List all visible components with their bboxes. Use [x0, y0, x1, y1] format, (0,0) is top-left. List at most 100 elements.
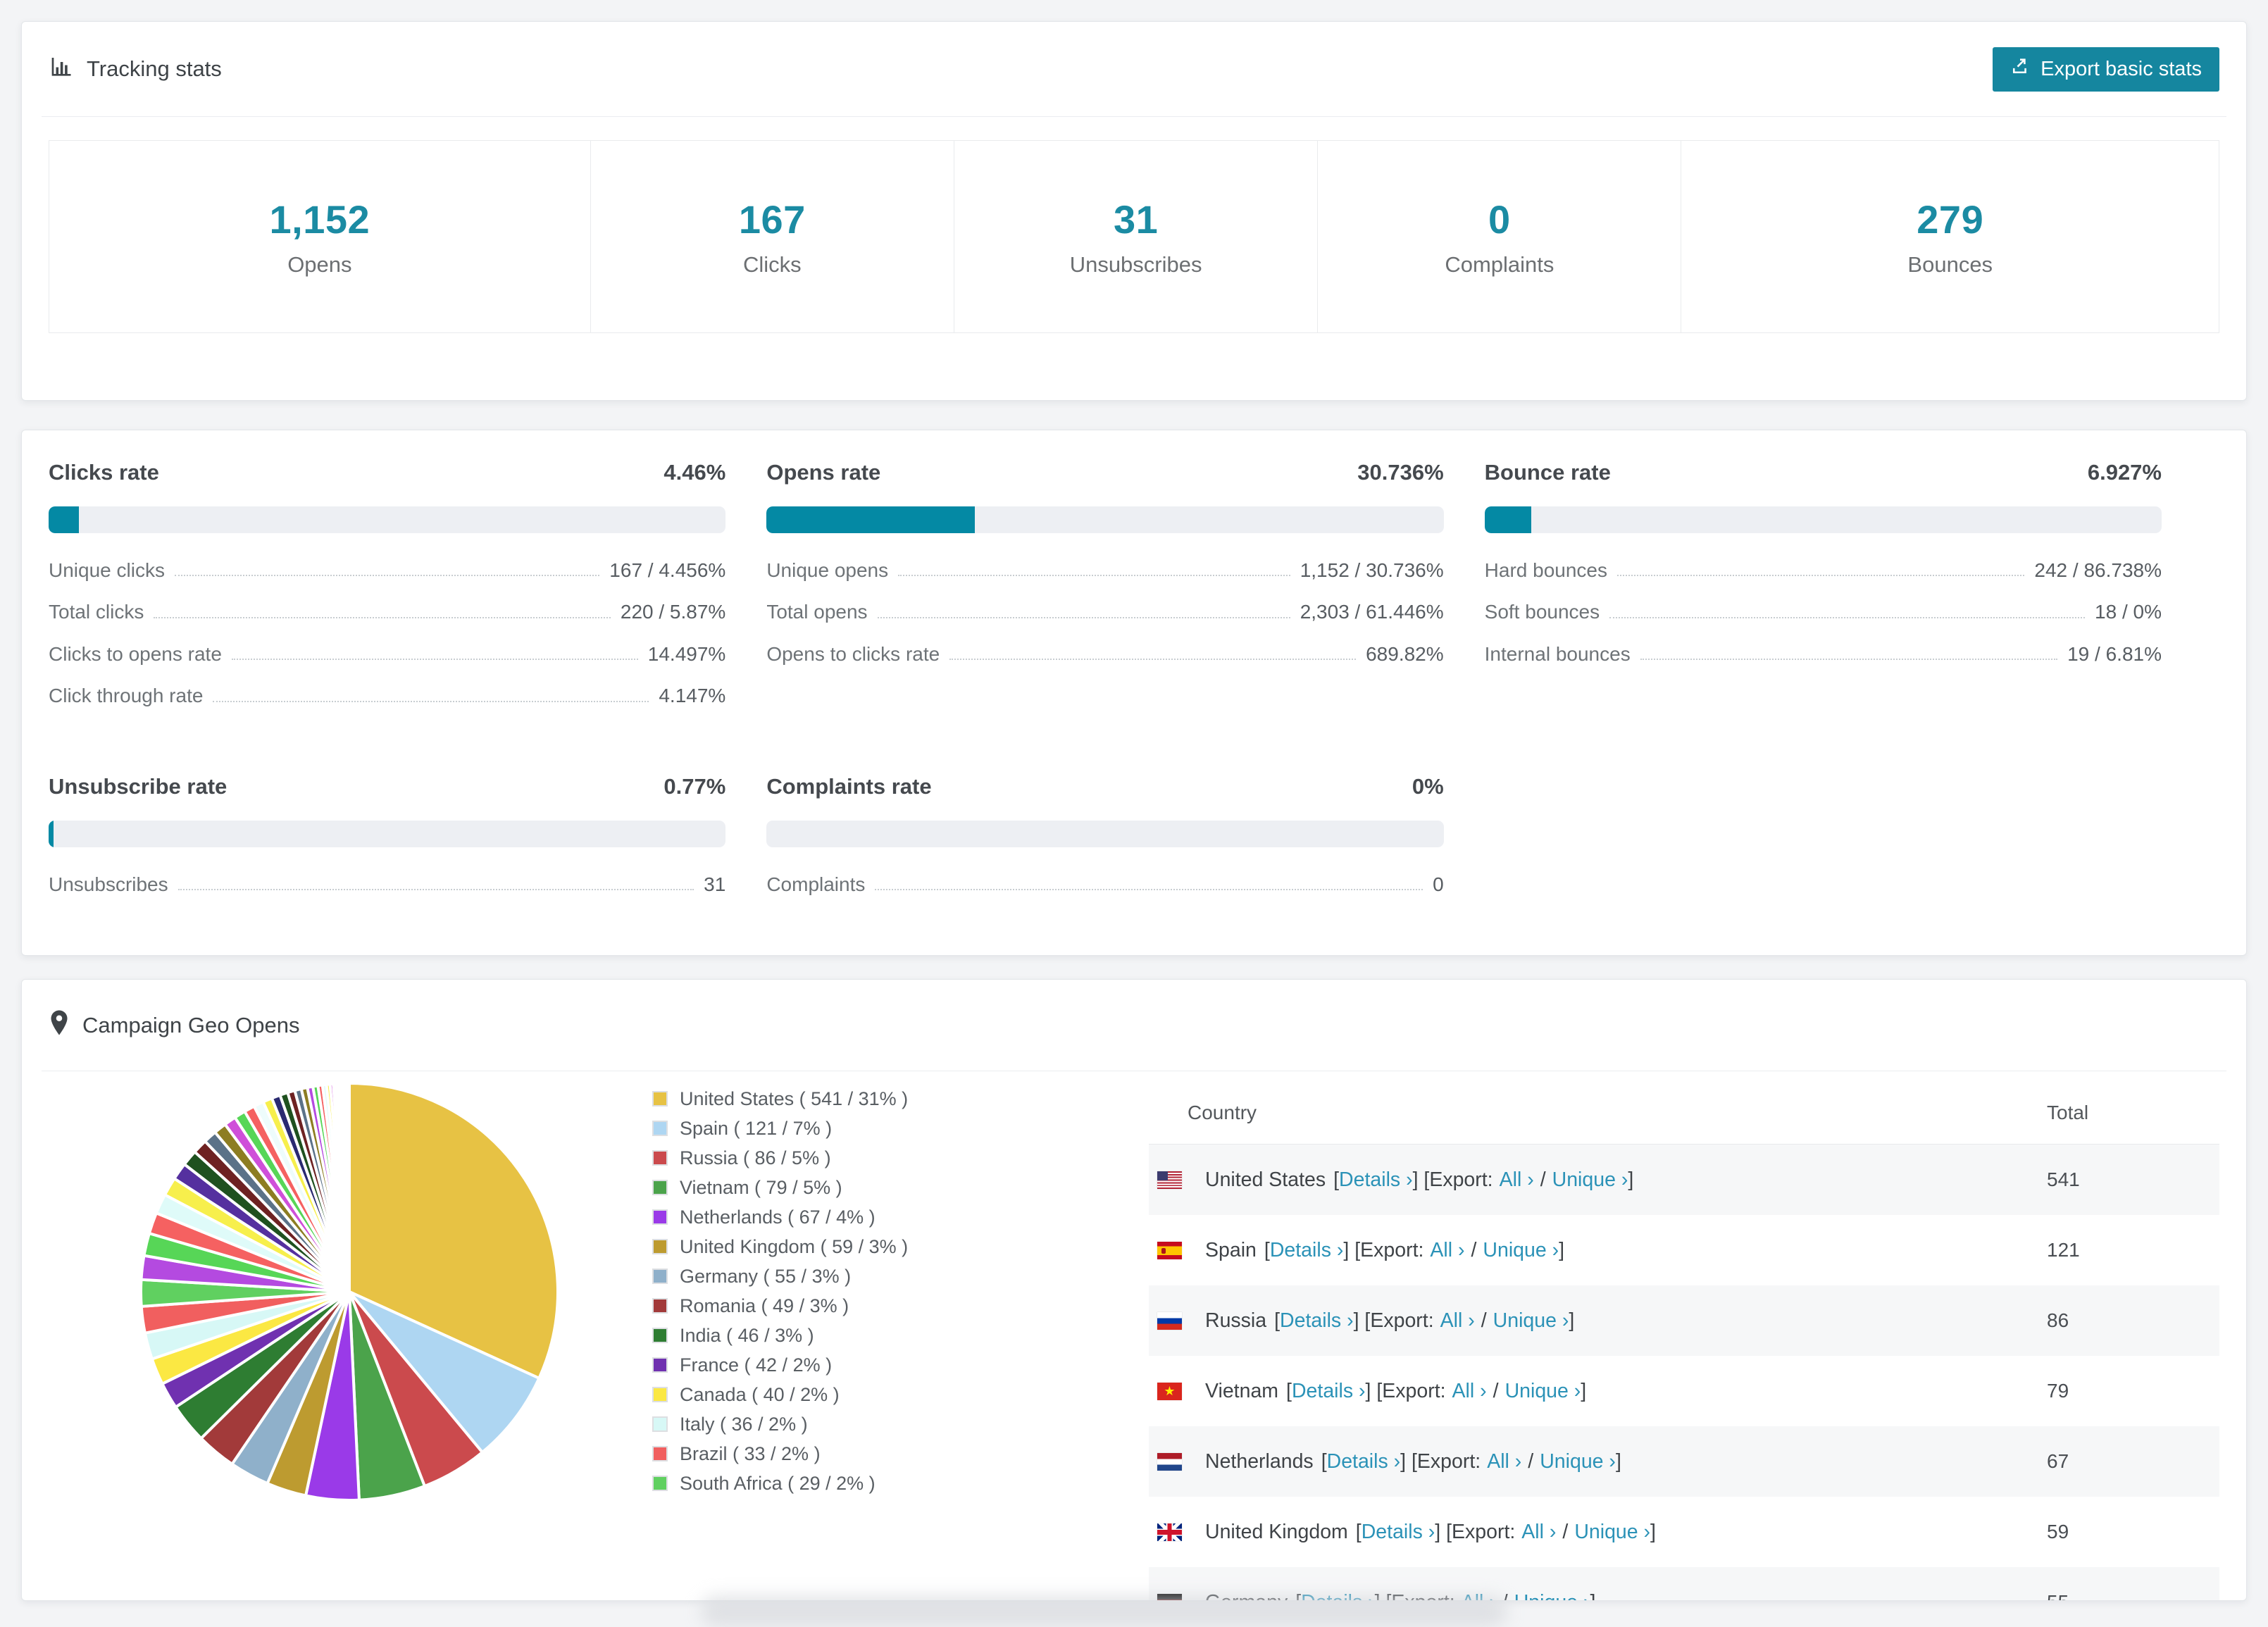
summary-stat-box: 167 Clicks [590, 140, 954, 333]
total-cell: 541 [2047, 1168, 2080, 1190]
details-link[interactable]: Details › [1339, 1168, 1413, 1191]
rate-progress-bar [766, 506, 1444, 533]
geo-table-row: Russia [Details ›] [Export: All › / Unique ›… [1149, 1285, 2219, 1356]
legend-label: Canada ( 40 / 2% ) [680, 1383, 840, 1405]
legend-swatch [652, 1328, 668, 1343]
rate-value: 4.46% [663, 460, 726, 485]
separator: / [1540, 1168, 1546, 1191]
legend-item: India ( 46 / 3% ) [652, 1325, 908, 1346]
legend-swatch [652, 1298, 668, 1314]
rate-detail-label: Unique opens [766, 559, 889, 581]
rate-detail-row: Soft bounces 18 / 0% [1484, 601, 2162, 623]
export-unique-link[interactable]: Unique › [1552, 1168, 1628, 1191]
rate-detail-label: Hard bounces [1484, 559, 1607, 581]
rate-value: 0.77% [663, 773, 726, 799]
export-all-link[interactable]: All › [1521, 1521, 1556, 1543]
export-button-label: Export basic stats [2040, 57, 2202, 80]
country-flag-icon [1157, 1241, 1182, 1259]
bracket: [ [1333, 1168, 1340, 1191]
legend-item: Vietnam ( 79 / 5% ) [652, 1177, 908, 1198]
legend-swatch [652, 1446, 668, 1461]
country-cell: Spain [Details ›] [Export: All › / Unique ›] [1205, 1239, 2047, 1262]
country-cell: United States [Details ›] [Export: All › / U… [1205, 1168, 2047, 1192]
country-cell: United Kingdom [Details ›] [Export: All › /… [1205, 1521, 2047, 1544]
legend-swatch [652, 1121, 668, 1136]
legend-label: Italy ( 36 / 2% ) [680, 1413, 808, 1435]
summary-stat-label: Unsubscribes [1069, 251, 1202, 277]
legend-label: France ( 42 / 2% ) [680, 1354, 833, 1376]
rate-title: Opens rate [766, 460, 881, 485]
rate-progress-bar [49, 506, 726, 533]
bracket: ] [1628, 1168, 1634, 1191]
export-basic-stats-button[interactable]: Export basic stats [1993, 46, 2219, 92]
country-flag-icon [1157, 1523, 1182, 1541]
rate-title: Unsubscribe rate [49, 773, 228, 799]
rate-detail-row: Unique clicks 167 / 4.456% [49, 560, 725, 581]
column-header-total: Total [2047, 1101, 2089, 1123]
country-cell: Vietnam [Details ›] [Export: All › / Unique … [1205, 1380, 2047, 1403]
bracket: ] [1559, 1238, 1565, 1261]
rate-detail-row: Clicks to opens rate 14.497% [49, 643, 725, 664]
export-unique-link[interactable]: Unique › [1483, 1239, 1559, 1261]
rate-detail-label: Soft bounces [1484, 601, 1600, 623]
export-all-link[interactable]: All › [1452, 1380, 1487, 1402]
summary-stat-value: 0 [1488, 197, 1511, 242]
column-header-country: Country [1188, 1101, 1257, 1123]
export-all-link[interactable]: All › [1487, 1450, 1521, 1473]
export-all-link[interactable]: All › [1430, 1239, 1464, 1261]
rate-detail-value: 0 [1433, 873, 1444, 895]
country-name: United States [1205, 1168, 1326, 1191]
legend-item: Spain ( 121 / 7% ) [652, 1118, 908, 1139]
export-unique-link[interactable]: Unique › [1540, 1450, 1616, 1473]
legend-swatch [652, 1268, 668, 1284]
summary-stat-box: 279 Bounces [1681, 140, 2220, 333]
legend-item: Russia ( 86 / 5% ) [652, 1147, 908, 1168]
tracking-stats-header: Tracking stats Export basic stats [22, 22, 2246, 116]
details-link[interactable]: Details › [1327, 1450, 1401, 1473]
export-label: ] [Export: [1435, 1520, 1516, 1543]
rate-progress-bar [49, 820, 726, 847]
dotted-leader [154, 616, 611, 618]
rate-panel: Complaints rate 0% Complaints 0 [766, 773, 1444, 916]
dotted-leader [875, 888, 1423, 890]
legend-item: United States ( 541 / 31% ) [652, 1088, 908, 1109]
legend-label: South Africa ( 29 / 2% ) [680, 1472, 876, 1494]
summary-stat-label: Clicks [743, 251, 802, 277]
rate-progress-fill [1484, 506, 1532, 533]
separator: / [1481, 1309, 1487, 1332]
legend-item: France ( 42 / 2% ) [652, 1354, 908, 1376]
rate-detail-value: 4.147% [659, 685, 726, 707]
export-all-link[interactable]: All › [1440, 1309, 1475, 1332]
country-name: United Kingdom [1205, 1520, 1348, 1543]
export-unique-link[interactable]: Unique › [1574, 1521, 1650, 1543]
legend-item: Germany ( 55 / 3% ) [652, 1266, 908, 1287]
rate-value: 30.736% [1357, 460, 1444, 485]
summary-row: 1,152 Opens 167 Clicks 31 Unsubscribes 0… [49, 140, 2220, 333]
rate-value: 0% [1412, 773, 1444, 799]
details-link[interactable]: Details › [1362, 1521, 1435, 1543]
country-name: Vietnam [1205, 1379, 1279, 1402]
country-flag-icon [1157, 1452, 1182, 1471]
details-link[interactable]: Details › [1270, 1239, 1344, 1261]
export-unique-link[interactable]: Unique › [1505, 1380, 1581, 1402]
legend-label: Germany ( 55 / 3% ) [680, 1265, 852, 1287]
rate-detail-value: 242 / 86.738% [2034, 559, 2162, 581]
legend-swatch [652, 1209, 668, 1225]
dotted-leader [177, 888, 694, 890]
export-unique-link[interactable]: Unique › [1493, 1309, 1569, 1332]
total-cell: 59 [2047, 1521, 2069, 1542]
details-link[interactable]: Details › [1280, 1309, 1354, 1332]
bracket: [ [1321, 1450, 1327, 1473]
bracket: ] [1581, 1379, 1587, 1402]
export-all-link[interactable]: All › [1500, 1168, 1534, 1191]
rate-detail-value: 18 / 0% [2095, 601, 2162, 623]
rate-detail-row: Unsubscribes 31 [49, 873, 725, 894]
total-cell: 121 [2047, 1239, 2080, 1261]
legend-label: India ( 46 / 3% ) [680, 1324, 814, 1346]
rate-detail-rows: Hard bounces 242 / 86.738% Soft bounces … [1484, 559, 2162, 665]
export-unique-link[interactable]: Unique › [1514, 1591, 1590, 1601]
rate-detail-row: Click through rate 4.147% [49, 685, 725, 706]
legend-swatch [652, 1091, 668, 1107]
bracket: [ [1355, 1520, 1362, 1543]
details-link[interactable]: Details › [1292, 1380, 1366, 1402]
